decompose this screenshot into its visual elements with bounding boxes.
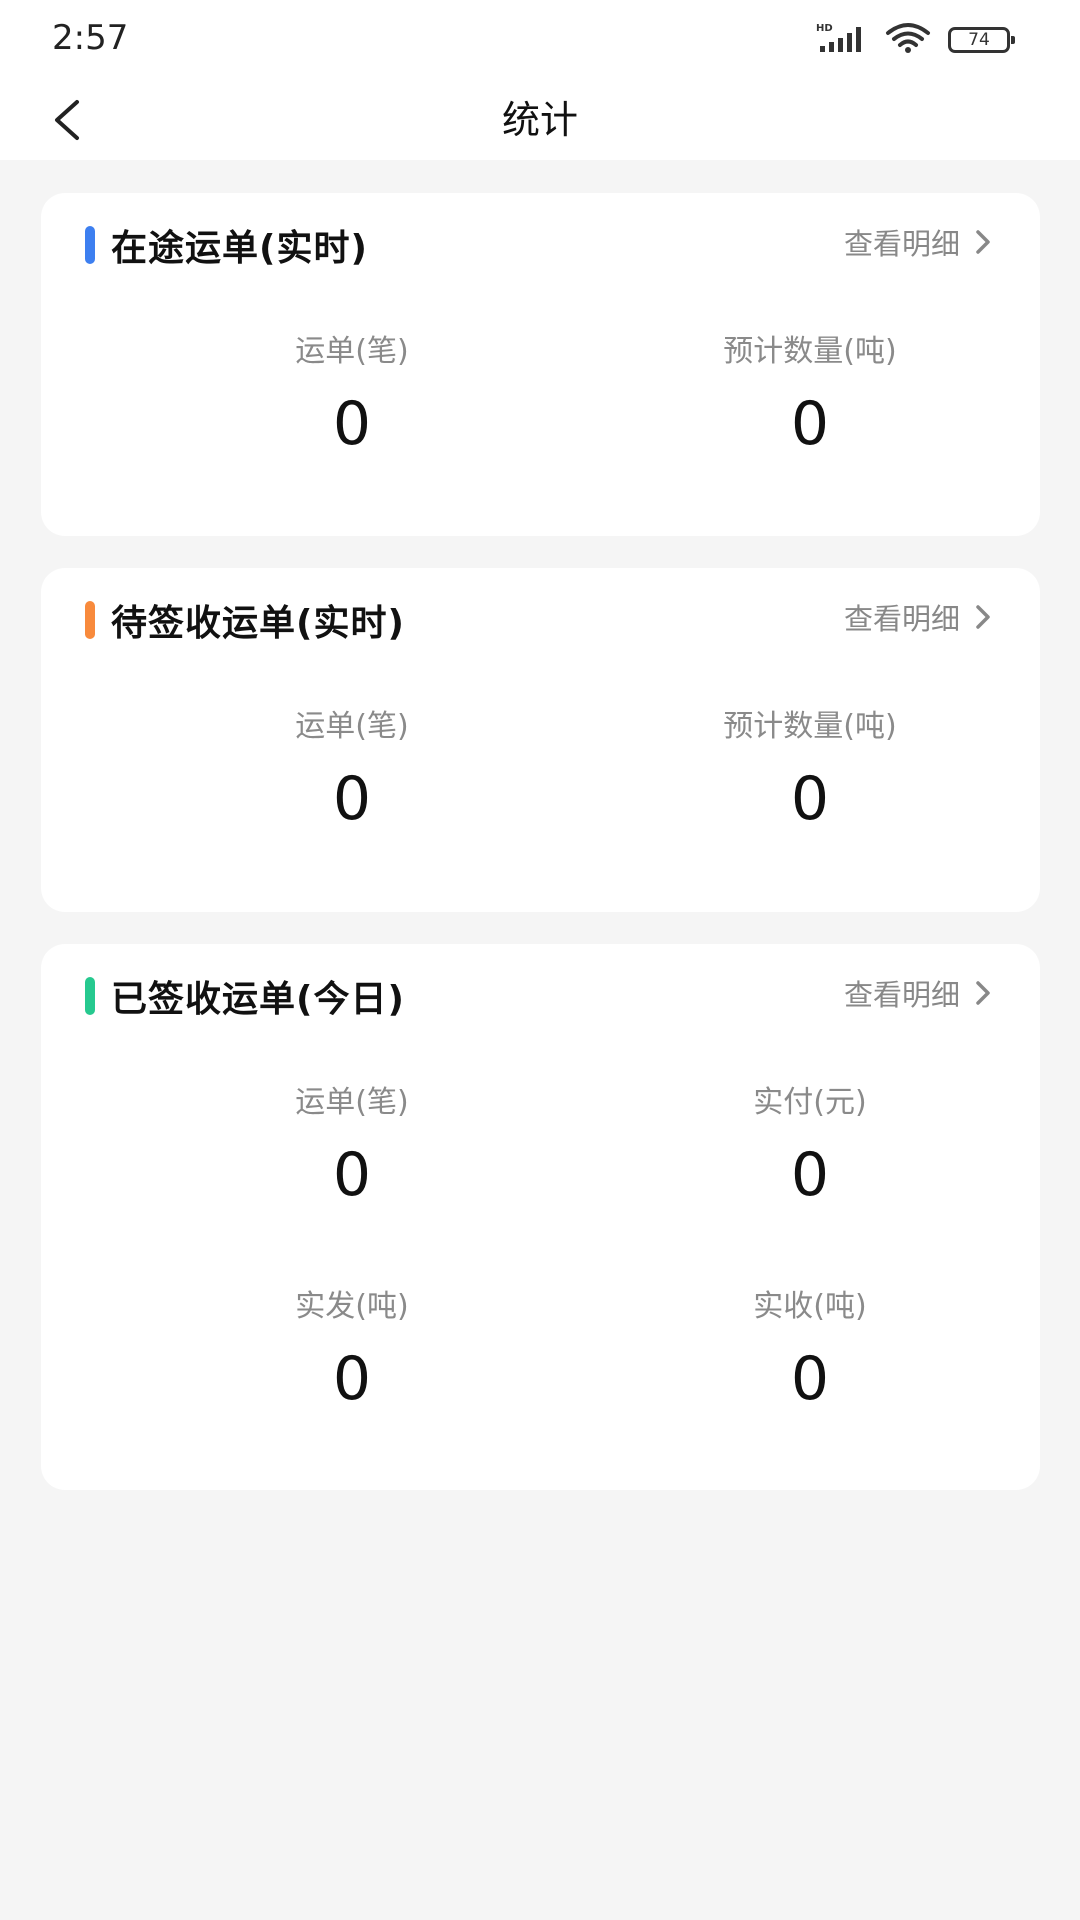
in-transit-card: 在途运单(实时) 查看明细 运单(笔) 0 预计数量(吨) 0 (41, 193, 1040, 536)
nav-bar: 统计 (0, 80, 1080, 160)
card-title: 待签收运单(实时) (111, 603, 405, 644)
stat-value: 0 (790, 1344, 830, 1414)
stat-value: 0 (332, 764, 372, 834)
status-time: 2:57 (52, 18, 129, 58)
accent-bar (85, 226, 95, 264)
stat-estimated-quantity: 预计数量(吨) 0 (610, 330, 1010, 464)
signed-today-card: 已签收运单(今日) 查看明细 运单(笔) 0 实付(元) 0 实发(吨) 0 实… (41, 944, 1040, 1490)
chevron-right-icon (976, 981, 990, 1005)
stat-value: 0 (790, 1140, 830, 1210)
stat-value: 0 (332, 1344, 372, 1414)
view-details-label: 查看明细 (843, 227, 960, 261)
page-title: 统计 (501, 98, 578, 142)
stat-waybill-count: 运单(笔) 0 (152, 330, 552, 464)
stat-estimated-quantity: 预计数量(吨) 0 (610, 705, 1010, 839)
status-icons: HD 74 (816, 21, 1015, 59)
stat-actual-received: 实收(吨) 0 (610, 1285, 1010, 1419)
view-details-link[interactable]: 查看明细 (844, 596, 992, 638)
status-bar: 2:57 HD 74 (0, 0, 1080, 80)
stat-label: 实发(吨) (295, 1289, 409, 1324)
stat-label: 运单(笔) (295, 1085, 409, 1120)
card-header: 待签收运单(实时) 查看明细 (41, 568, 1040, 672)
chevron-right-icon (976, 230, 990, 254)
signal-icon: HD (816, 22, 868, 58)
card-title: 在途运单(实时) (111, 228, 368, 269)
battery-level: 74 (968, 30, 990, 50)
stat-actual-shipped: 实发(吨) 0 (152, 1285, 552, 1419)
stat-waybill-count: 运单(笔) 0 (152, 1081, 552, 1215)
stat-value: 0 (790, 389, 830, 459)
network-label: HD (816, 23, 833, 34)
chevron-right-icon (976, 605, 990, 629)
view-details-label: 查看明细 (843, 602, 960, 636)
stat-actual-paid: 实付(元) 0 (610, 1081, 1010, 1215)
stat-waybill-count: 运单(笔) 0 (152, 705, 552, 839)
stat-label: 预计数量(吨) (723, 709, 897, 744)
stat-value: 0 (790, 764, 830, 834)
battery-icon: 74 (948, 27, 1015, 53)
accent-bar (85, 601, 95, 639)
stat-label: 实收(吨) (753, 1289, 867, 1324)
stat-label: 预计数量(吨) (723, 334, 897, 369)
view-details-link[interactable]: 查看明细 (844, 221, 992, 263)
card-title: 已签收运单(今日) (111, 979, 405, 1020)
stat-label: 运单(笔) (295, 334, 409, 369)
wifi-icon (884, 21, 932, 59)
pending-signature-card: 待签收运单(实时) 查看明细 运单(笔) 0 预计数量(吨) 0 (41, 568, 1040, 912)
stat-label: 实付(元) (753, 1085, 867, 1120)
card-header: 在途运单(实时) 查看明细 (41, 193, 1040, 297)
stat-value: 0 (332, 1140, 372, 1210)
chevron-left-icon (55, 100, 79, 140)
stat-label: 运单(笔) (295, 709, 409, 744)
back-button[interactable] (36, 90, 96, 150)
view-details-label: 查看明细 (843, 978, 960, 1012)
accent-bar (85, 977, 95, 1015)
stat-value: 0 (332, 389, 372, 459)
card-header: 已签收运单(今日) 查看明细 (41, 944, 1040, 1048)
view-details-link[interactable]: 查看明细 (844, 972, 992, 1014)
